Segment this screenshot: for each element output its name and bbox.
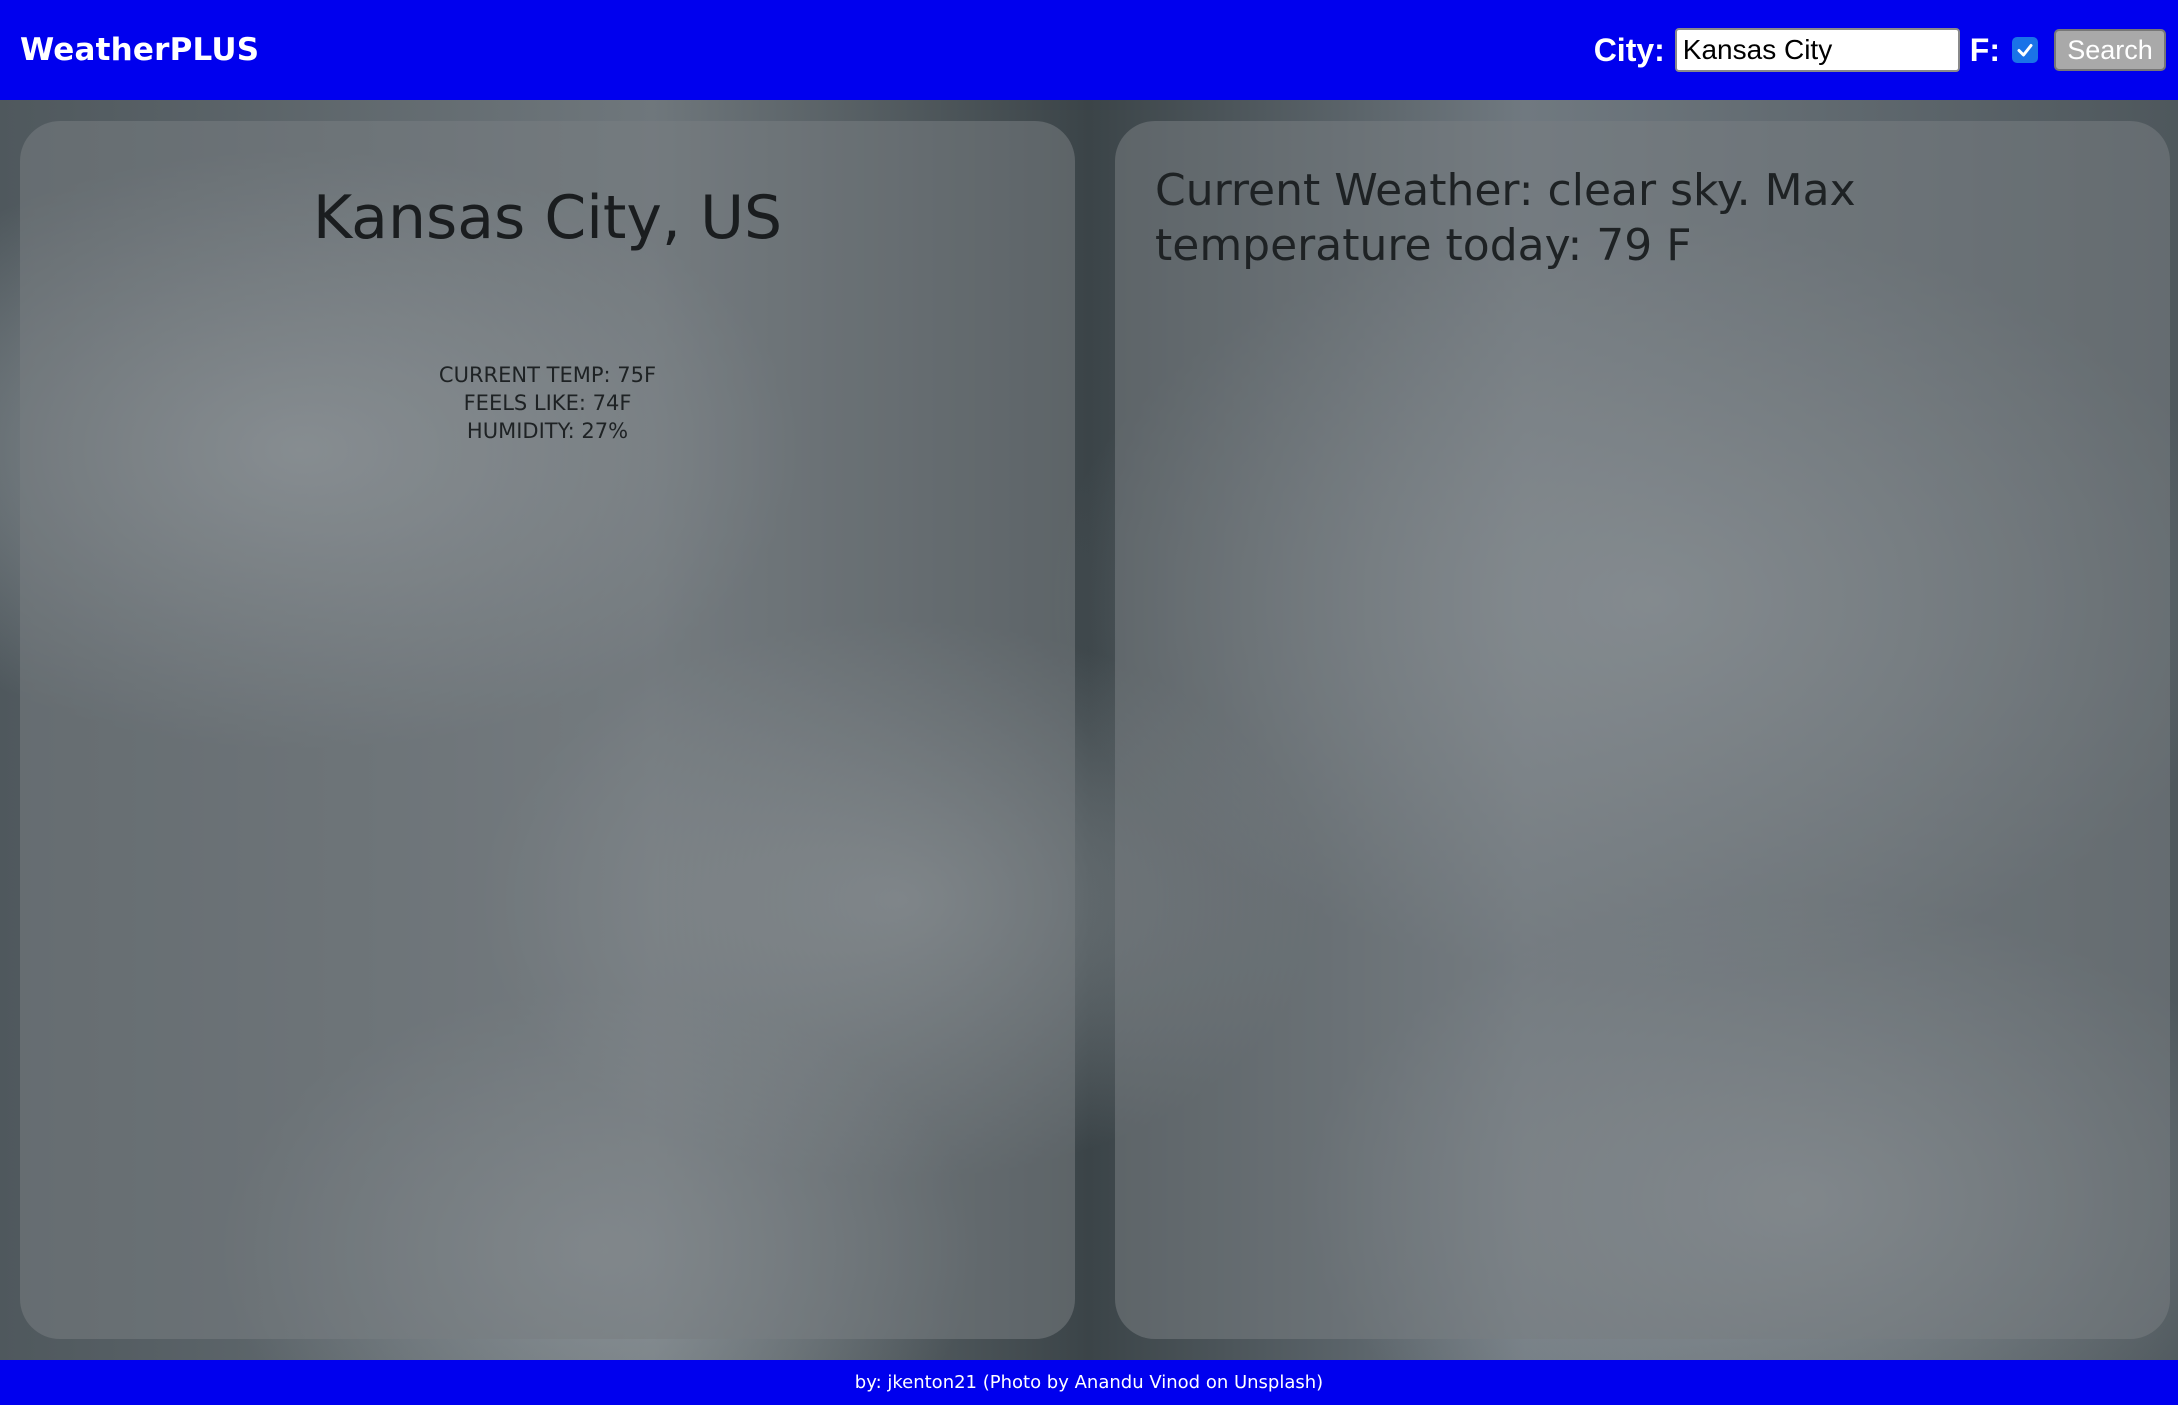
footer-credit: by: jkenton21 (Photo by Anandu Vinod on … (0, 1360, 2178, 1405)
city-input[interactable] (1674, 28, 1960, 72)
city-title: Kansas City, US (312, 183, 783, 253)
search-button[interactable]: Search (2054, 29, 2166, 71)
current-temp: CURRENT TEMP: 75F (438, 363, 657, 387)
fahrenheit-checkbox[interactable] (2012, 37, 2038, 63)
city-label: City: (1593, 31, 1665, 68)
location-card: Kansas City, US CURRENT TEMP: 75F FEELS … (20, 121, 1075, 1339)
check-icon (2017, 44, 2033, 57)
current-stats: CURRENT TEMP: 75F FEELS LIKE: 74F HUMIDI… (20, 361, 1075, 445)
forecast-card: Current Weather: clear sky. Max temperat… (1115, 121, 2170, 1339)
weather-summary: Current Weather: clear sky. Max temperat… (1155, 165, 1856, 271)
feels-like: FEELS LIKE: 74F (463, 391, 632, 415)
search-controls: City: F: Search (1594, 28, 2166, 72)
humidity: HUMIDITY: 27% (466, 419, 629, 443)
fahrenheit-label: F: (1969, 31, 2000, 68)
top-nav-bar: WeatherPLUS City: F: Search (0, 0, 2178, 100)
brand-logo[interactable]: WeatherPLUS (20, 32, 259, 68)
